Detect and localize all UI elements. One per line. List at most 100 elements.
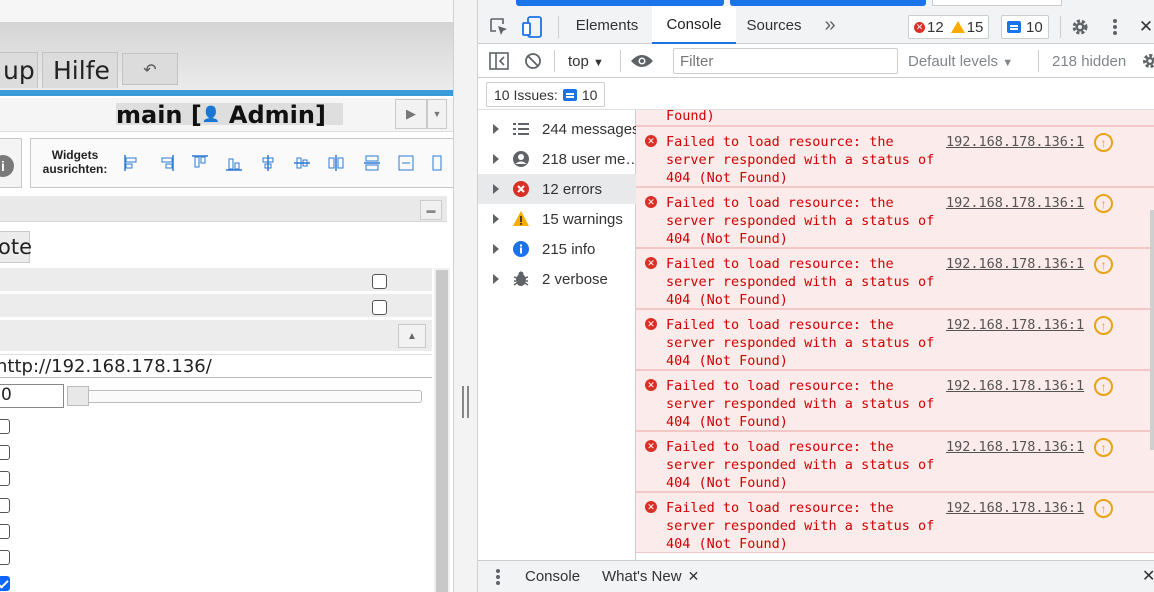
sidebar-item-warning[interactable]: 15 warnings <box>478 204 636 234</box>
sidebar-item-user[interactable]: 218 user me… <box>478 144 636 174</box>
close-devtools-icon[interactable]: ✕ <box>1138 16 1154 38</box>
menu-item-help[interactable]: Hilfe <box>42 52 118 88</box>
log-source-link[interactable]: 192.168.178.136:1 <box>946 194 1084 212</box>
tab-elements[interactable]: Elements <box>566 6 648 44</box>
align-center-horizontal-icon[interactable] <box>292 153 312 173</box>
sidebar-toggle-icon[interactable] <box>489 52 509 70</box>
network-request-icon[interactable]: ↑ <box>1094 133 1113 152</box>
number-input[interactable]: 0 <box>0 384 64 408</box>
log-entry: ✕ Failed to load resource: the server res… <box>636 248 1154 309</box>
align-right-icon[interactable] <box>156 153 176 173</box>
slider-thumb[interactable] <box>67 386 89 406</box>
tab-console[interactable]: Console <box>652 6 736 44</box>
tab-remote[interactable]: ote <box>0 231 32 263</box>
drawer-menu-icon[interactable] <box>494 567 502 587</box>
log-source-link[interactable]: 192.168.178.136:1 <box>946 438 1084 456</box>
sidebar-item-label: 218 user me… <box>542 150 636 168</box>
log-source-link[interactable]: 192.168.178.136:1 <box>946 133 1084 151</box>
checkbox-option[interactable] <box>0 471 10 487</box>
network-request-icon[interactable]: ↑ <box>1094 499 1113 518</box>
warning-count: 15 <box>966 18 984 36</box>
log-source-link[interactable]: 192.168.178.136:1 <box>946 377 1084 395</box>
tab-sources[interactable]: Sources <box>736 6 812 44</box>
expand-arrow-icon[interactable] <box>493 124 499 134</box>
network-request-icon[interactable]: ↑ <box>1094 255 1113 274</box>
collapse-button[interactable]: ▲ <box>398 324 426 348</box>
expand-arrow-icon[interactable] <box>493 214 499 224</box>
checkbox-top-2[interactable] <box>372 300 387 315</box>
toolbar-separator <box>620 50 621 72</box>
checkbox-option[interactable] <box>0 523 10 539</box>
view-dropdown-button[interactable]: ▼ <box>427 99 447 129</box>
expand-arrow-icon[interactable] <box>493 244 499 254</box>
url-value[interactable]: http://192.168.178.136/ <box>0 356 212 377</box>
sidebar-item-bug[interactable]: 2 verbose <box>478 264 636 294</box>
console-settings-gear-icon[interactable] <box>1141 52 1154 70</box>
log-source-link[interactable]: 192.168.178.136:1 <box>946 499 1084 517</box>
inspect-element-icon[interactable] <box>488 16 510 38</box>
expand-arrow-icon[interactable] <box>493 184 499 194</box>
close-tab-icon[interactable]: ✕ <box>688 568 700 585</box>
tabbar-separator <box>1060 16 1061 38</box>
expand-arrow-icon[interactable] <box>493 274 499 284</box>
distribute-vertical-icon[interactable] <box>362 153 382 173</box>
pane-splitter[interactable] <box>453 0 478 592</box>
same-height-icon[interactable] <box>430 153 450 173</box>
checkbox-option[interactable] <box>0 497 10 513</box>
checkbox-option[interactable] <box>0 419 10 434</box>
align-bottom-icon[interactable] <box>224 153 244 173</box>
checkbox-top-1[interactable] <box>372 274 387 289</box>
context-select[interactable]: top ▼ <box>568 53 604 70</box>
more-options-icon[interactable] <box>1108 17 1122 37</box>
network-request-icon[interactable]: ↑ <box>1094 438 1113 457</box>
drawer-tab-whats-new[interactable]: What's New ✕ <box>602 560 699 592</box>
menu-item-setup[interactable]: up <box>0 52 38 88</box>
chevron-down-icon: ▼ <box>593 57 604 69</box>
log-entry: ✕ Failed to load resource: the server res… <box>636 126 1154 187</box>
message-icon <box>1007 21 1021 33</box>
device-toolbar-icon[interactable] <box>522 15 544 39</box>
app-scrollbar-thumb[interactable] <box>436 270 448 592</box>
log-entry-partial: Found) <box>636 110 1154 126</box>
tab-label: Sources <box>746 16 802 34</box>
checkbox-option[interactable] <box>0 550 10 565</box>
issues-button[interactable]: 10 Issues: 10 <box>486 82 606 107</box>
slider-track[interactable] <box>67 390 422 403</box>
error-icon: ✕ <box>645 135 657 147</box>
devtools-panel: Elements Console Sources » ✕ 12 15 10 ✕ to… <box>478 0 1154 592</box>
log-levels-select[interactable]: Default levels ▼ <box>908 53 1013 70</box>
align-center-vertical-icon[interactable] <box>258 153 278 173</box>
log-entry: ✕ Failed to load resource: the server res… <box>636 492 1154 553</box>
log-source-link[interactable]: 192.168.178.136:1 <box>946 255 1084 273</box>
more-tabs-button[interactable]: » <box>818 6 842 44</box>
expand-arrow-icon[interactable] <box>493 154 499 164</box>
log-levels-label: Default levels <box>908 53 999 70</box>
eye-icon[interactable] <box>630 53 654 69</box>
log-message: Failed to load resource: the server resp… <box>666 256 935 308</box>
clear-console-icon[interactable] <box>524 52 542 70</box>
network-request-icon[interactable]: ↑ <box>1094 316 1113 335</box>
checkbox-option[interactable] <box>0 445 10 461</box>
sidebar-item-list[interactable]: 244 messages <box>478 114 636 144</box>
network-request-icon[interactable]: ↑ <box>1094 194 1113 213</box>
console-scrollbar[interactable] <box>1150 210 1154 450</box>
gear-icon[interactable] <box>1070 17 1090 37</box>
sidebar-item-info[interactable]: 215 info <box>478 234 636 264</box>
align-top-icon[interactable] <box>190 153 210 173</box>
messages-badge[interactable]: 10 <box>1001 15 1049 39</box>
filter-input[interactable] <box>673 48 898 74</box>
tabbar-separator <box>558 16 559 38</box>
same-width-icon[interactable] <box>396 153 416 173</box>
log-source-link[interactable]: 192.168.178.136:1 <box>946 316 1084 334</box>
sidebar-item-error[interactable]: 12 errors <box>478 174 636 204</box>
play-button[interactable]: ▶ <box>395 99 427 129</box>
align-left-icon[interactable] <box>122 153 142 173</box>
distribute-horizontal-icon[interactable] <box>326 153 346 173</box>
network-request-icon[interactable]: ↑ <box>1094 377 1113 396</box>
section-toggle-button[interactable]: ▬ <box>420 200 442 220</box>
console-counts-badge[interactable]: ✕ 12 15 <box>908 15 990 39</box>
close-drawer-icon[interactable]: ✕ <box>1142 560 1154 592</box>
undo-button[interactable]: ↶ <box>122 53 178 85</box>
drawer-tab-console[interactable]: Console <box>525 560 580 592</box>
checkbox-option[interactable] <box>0 576 10 592</box>
